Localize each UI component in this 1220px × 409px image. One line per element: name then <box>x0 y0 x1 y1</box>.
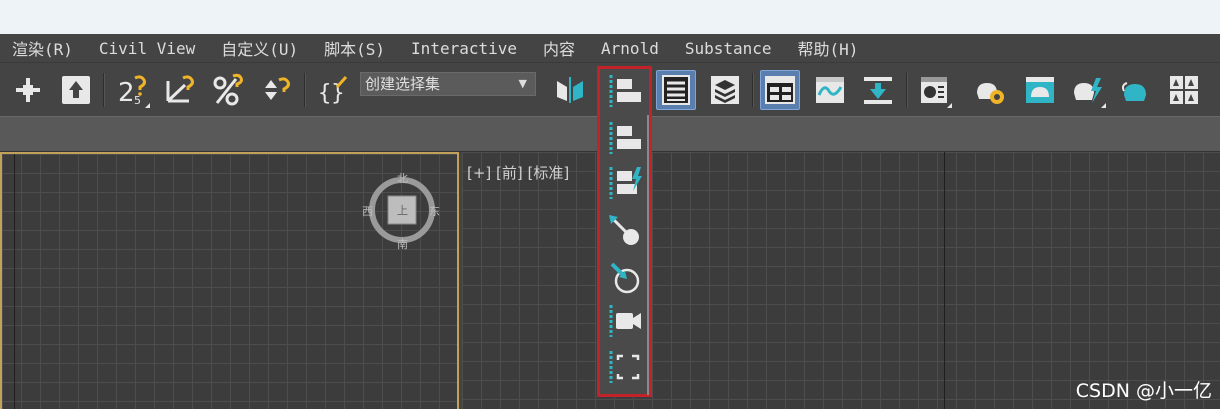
render-grid-icon <box>1170 76 1198 104</box>
viewcube-west: 西 <box>362 205 373 218</box>
snap-toggle-icon: 2 5 <box>118 75 146 107</box>
scene-explorer-button[interactable] <box>656 70 696 110</box>
svg-text:2: 2 <box>118 78 135 107</box>
render-setup-icon <box>977 83 1004 104</box>
named-selection-set-dropdown[interactable]: 创建选择集 ▼ <box>360 72 536 96</box>
menu-interactive[interactable]: Interactive <box>411 39 517 58</box>
quick-align-icon <box>609 122 641 154</box>
schematic-view-button[interactable] <box>858 70 898 110</box>
scene-explorer-icon <box>662 75 690 105</box>
flyout-indicator <box>1101 103 1106 108</box>
layer-explorer-icon <box>711 76 739 104</box>
spinner-snap-button[interactable] <box>256 70 296 110</box>
render-setup-button[interactable] <box>970 70 1010 110</box>
rendered-frame-icon <box>1026 77 1054 103</box>
viewcube-north: 北 <box>397 172 408 185</box>
select-and-link-icon <box>62 76 90 104</box>
render-grid-button[interactable] <box>1164 70 1204 110</box>
watermark: CSDN @小一亿 <box>1075 380 1212 402</box>
normal-align-icon <box>609 167 642 199</box>
flyout-indicator <box>947 103 952 108</box>
align-icon <box>609 75 641 107</box>
curve-editor-button[interactable] <box>810 70 850 110</box>
viewcube-east: 东 <box>429 205 440 218</box>
move-pivot-button[interactable] <box>8 70 48 110</box>
percent-snap-button[interactable] <box>208 70 248 110</box>
flyout-indicator <box>145 103 150 108</box>
window-top-strip <box>0 0 1220 34</box>
move-pivot-icon <box>16 78 40 102</box>
menu-substance[interactable]: Substance <box>685 39 772 58</box>
place-highlight-icon <box>609 215 639 245</box>
viewcube[interactable]: 北 南 西 东 上 <box>362 172 440 251</box>
menu-help[interactable]: 帮助(H) <box>798 36 859 60</box>
menu-bar: 渲染(R) Civil View 自定义(U) 脚本(S) Interactiv… <box>0 34 1220 62</box>
flyout-align-button[interactable] <box>603 71 647 111</box>
toolbar-separator <box>752 73 754 107</box>
snap-toggle-button[interactable]: 2 5 <box>112 70 152 110</box>
angle-snap-icon <box>166 75 194 103</box>
chevron-down-icon: ▼ <box>518 77 527 90</box>
curve-editor-icon <box>816 77 844 103</box>
flyout-scrollbar <box>647 115 649 395</box>
toolbar-separator <box>906 73 908 107</box>
edit-named-selection-icon: {} <box>318 75 348 106</box>
viewport-front[interactable]: [+] [前] [标准] <box>462 152 1220 409</box>
material-editor-button[interactable] <box>914 70 954 110</box>
render-iterative-button[interactable] <box>1116 70 1156 110</box>
flyout-align-camera-button[interactable] <box>603 257 647 297</box>
flyout-place-highlight-button[interactable] <box>603 211 647 251</box>
flyout-normal-align-button[interactable] <box>603 163 647 203</box>
menu-scripting[interactable]: 脚本(S) <box>324 36 385 60</box>
material-editor-icon <box>921 77 947 103</box>
mirror-icon <box>557 77 583 103</box>
flyout-view-frame-button[interactable] <box>603 347 647 387</box>
render-button[interactable] <box>1068 70 1108 110</box>
rendered-frame-button[interactable] <box>1020 70 1060 110</box>
layer-explorer-button[interactable] <box>705 70 745 110</box>
align-camera-icon <box>610 262 640 294</box>
viewport-label[interactable]: [+] [前] [标准] <box>467 162 569 183</box>
menu-render[interactable]: 渲染(R) <box>12 36 73 60</box>
camera-icon <box>609 305 641 337</box>
angle-snap-button[interactable] <box>160 70 200 110</box>
render-iterative-icon <box>1122 82 1146 101</box>
render-icon <box>1074 78 1102 103</box>
menu-content[interactable]: 内容 <box>543 36 575 60</box>
ribbon-toggle-button[interactable] <box>760 70 800 110</box>
frame-corners-icon <box>609 351 640 383</box>
mirror-button[interactable] <box>550 70 590 110</box>
select-and-link-button[interactable] <box>56 70 96 110</box>
viewcube-top-face: 上 <box>397 204 408 217</box>
viewport-top[interactable]: 北 南 西 东 上 <box>0 152 459 409</box>
flyout-align-to-view-button[interactable] <box>603 301 647 341</box>
schematic-view-icon <box>864 77 892 104</box>
toolbar-separator <box>304 73 306 107</box>
spinner-snap-icon <box>265 77 290 100</box>
align-flyout-menu <box>597 66 652 397</box>
grid-axis-line <box>944 152 945 409</box>
percent-snap-icon <box>213 73 243 106</box>
toolbar-separator <box>103 73 105 107</box>
edit-named-selection-button[interactable]: {} <box>312 70 352 110</box>
svg-text:5: 5 <box>134 94 141 107</box>
named-selection-set-value: 创建选择集 <box>365 75 441 93</box>
ribbon-toggle-icon <box>765 76 795 104</box>
menu-civil-view[interactable]: Civil View <box>99 39 195 58</box>
menu-arnold[interactable]: Arnold <box>601 39 659 58</box>
viewcube-south: 南 <box>397 238 408 251</box>
grid-axis-line <box>14 154 15 409</box>
flyout-quick-align-button[interactable] <box>603 118 647 158</box>
menu-customize[interactable]: 自定义(U) <box>221 36 298 60</box>
